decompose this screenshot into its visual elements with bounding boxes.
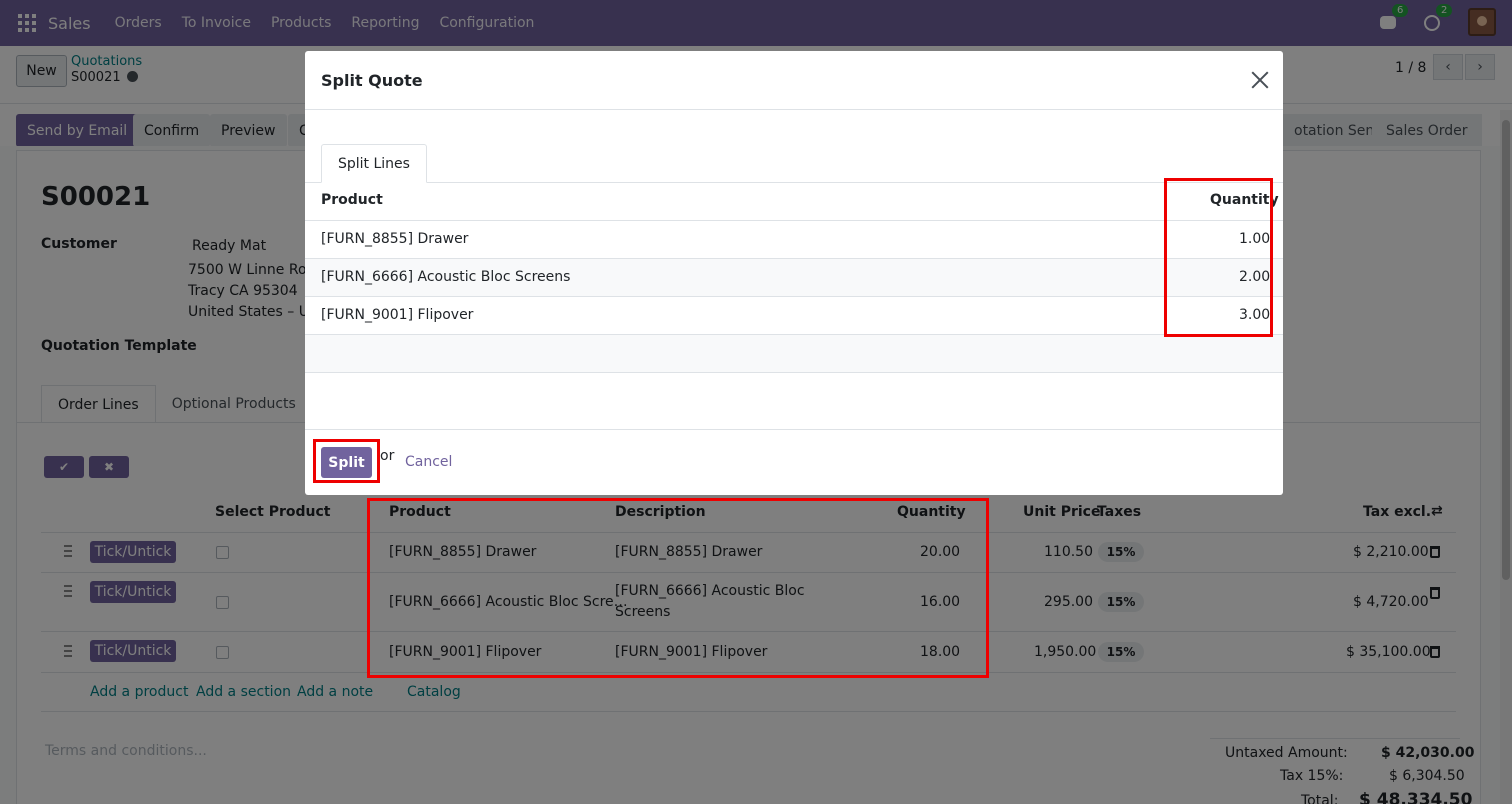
or-separator: or <box>380 448 395 464</box>
table-empty-row <box>305 334 1283 372</box>
highlight-split-button <box>313 439 380 483</box>
table-bottom-divider <box>305 372 1283 373</box>
dialog-header-divider <box>305 109 1283 110</box>
tab-divider <box>305 182 1283 183</box>
dialog-footer-divider <box>305 429 1283 430</box>
highlight-order-lines <box>367 498 989 678</box>
split-line-product[interactable]: [FURN_9001] Flipover <box>321 307 473 323</box>
split-quote-dialog: Split Quote Split Lines Product Quantity… <box>305 51 1283 495</box>
header-product[interactable]: Product <box>321 192 383 208</box>
highlight-quantity-column <box>1164 178 1273 337</box>
split-line-product[interactable]: [FURN_8855] Drawer <box>321 231 468 247</box>
tab-split-lines[interactable]: Split Lines <box>321 144 427 183</box>
split-line-product[interactable]: [FURN_6666] Acoustic Bloc Screens <box>321 269 570 285</box>
dialog-title: Split Quote <box>321 71 423 90</box>
cancel-button[interactable]: Cancel <box>405 454 452 470</box>
close-icon[interactable] <box>1251 71 1269 89</box>
